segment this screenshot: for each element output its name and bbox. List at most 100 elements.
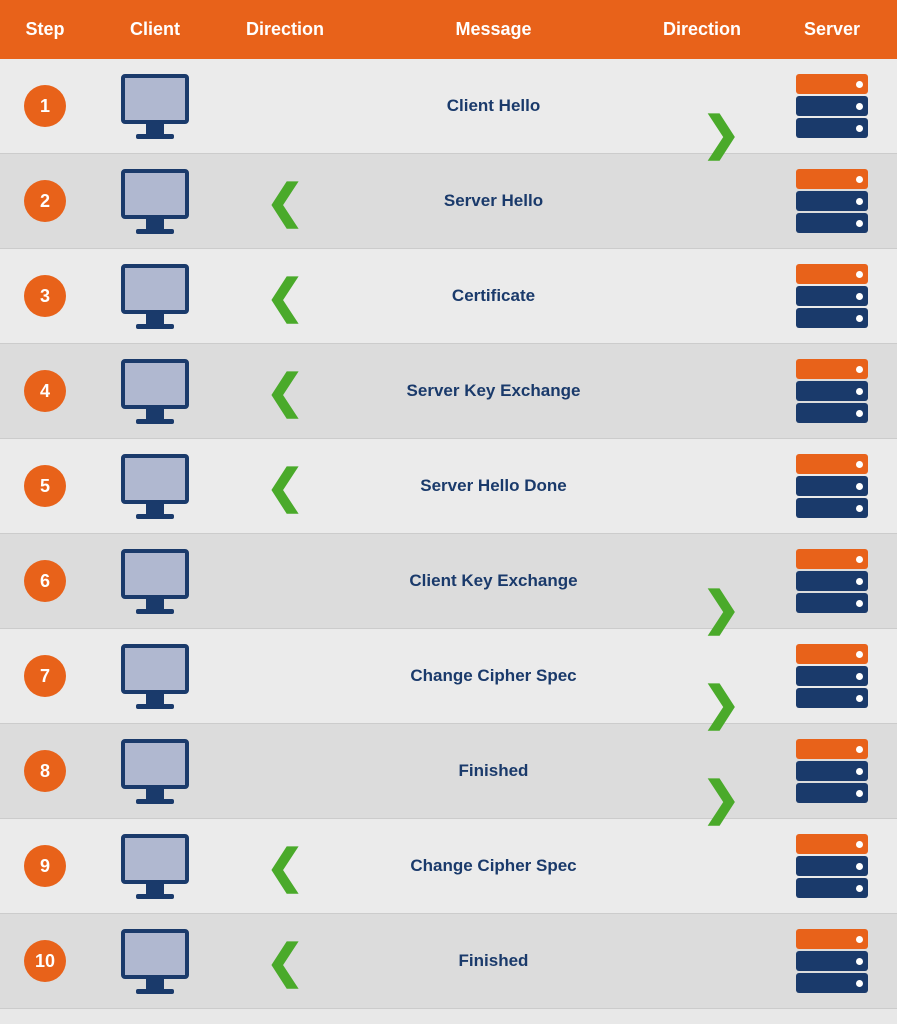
step-cell: 6 [0, 552, 90, 610]
server-icon [796, 169, 868, 233]
table-row: 7 Change Cipher Spec [0, 629, 897, 724]
client-cell [90, 256, 220, 337]
direction-left-cell [220, 926, 350, 996]
server-icon [796, 929, 868, 993]
table-header: Step Client Direction Message Direction … [0, 0, 897, 59]
server-icon [796, 549, 868, 613]
message-cell: Change Cipher Spec [350, 658, 637, 694]
message-label: Change Cipher Spec [410, 666, 576, 686]
client-cell [90, 161, 220, 242]
server-dot-top [856, 176, 863, 183]
step-badge: 6 [24, 560, 66, 602]
server-icon [796, 739, 868, 803]
server-dot-top [856, 461, 863, 468]
direction-right-cell [637, 668, 767, 684]
step-cell: 8 [0, 742, 90, 800]
direction-left-cell [220, 763, 350, 779]
step-badge: 4 [24, 370, 66, 412]
monitor-base [136, 799, 174, 804]
monitor-stand [146, 219, 164, 229]
step-badge: 9 [24, 845, 66, 887]
message-cell: Change Cipher Spec [350, 848, 637, 884]
message-cell: Finished [350, 943, 637, 979]
server-dot-mid [856, 578, 863, 585]
server-unit-top [796, 549, 868, 569]
server-cell [767, 256, 897, 336]
client-monitor-icon [121, 929, 189, 994]
server-cell [767, 351, 897, 431]
monitor-screen [121, 644, 189, 694]
monitor-screen [121, 549, 189, 599]
server-unit-top [796, 169, 868, 189]
server-unit-mid [796, 571, 868, 591]
server-unit-mid [796, 96, 868, 116]
server-unit-bot [796, 878, 868, 898]
server-dot-bot [856, 220, 863, 227]
step-badge: 5 [24, 465, 66, 507]
arrow-left-icon [266, 839, 305, 893]
server-unit-bot [796, 783, 868, 803]
client-cell [90, 826, 220, 907]
direction-left-cell [220, 356, 350, 426]
message-label: Server Key Exchange [407, 381, 581, 401]
table-row: 4 Server Key Exchange [0, 344, 897, 439]
server-dot-bot [856, 980, 863, 987]
message-label: Server Hello [444, 191, 543, 211]
server-dot-bot [856, 125, 863, 132]
arrow-left-icon [266, 174, 305, 228]
server-dot-top [856, 841, 863, 848]
server-cell [767, 66, 897, 146]
monitor-base [136, 609, 174, 614]
server-unit-top [796, 454, 868, 474]
server-dot-bot [856, 410, 863, 417]
message-label: Change Cipher Spec [410, 856, 576, 876]
direction-right-cell [637, 763, 767, 779]
server-unit-bot [796, 118, 868, 138]
client-monitor-icon [121, 264, 189, 329]
message-cell: Finished [350, 753, 637, 789]
server-unit-top [796, 834, 868, 854]
direction-left-cell [220, 451, 350, 521]
table-body: 1 Client Hello [0, 59, 897, 1009]
message-label: Server Hello Done [420, 476, 566, 496]
direction-left-cell [220, 831, 350, 901]
server-dot-bot [856, 315, 863, 322]
message-label: Client Key Exchange [409, 571, 577, 591]
server-dot-mid [856, 388, 863, 395]
header-direction-left: Direction [220, 11, 350, 48]
step-badge: 8 [24, 750, 66, 792]
server-icon [796, 644, 868, 708]
client-monitor-icon [121, 549, 189, 614]
server-dot-top [856, 556, 863, 563]
server-cell [767, 731, 897, 811]
client-cell [90, 351, 220, 432]
server-cell [767, 541, 897, 621]
direction-right-cell [637, 858, 767, 874]
message-label: Client Hello [447, 96, 541, 116]
table-row: 10 Finished [0, 914, 897, 1009]
step-cell: 3 [0, 267, 90, 325]
monitor-base [136, 419, 174, 424]
client-cell [90, 446, 220, 527]
header-direction-right: Direction [637, 11, 767, 48]
client-monitor-icon [121, 644, 189, 709]
server-icon [796, 74, 868, 138]
step-cell: 1 [0, 77, 90, 135]
table-row: 2 Server Hello [0, 154, 897, 249]
server-dot-mid [856, 768, 863, 775]
server-unit-top [796, 644, 868, 664]
direction-left-cell [220, 668, 350, 684]
header-message: Message [350, 11, 637, 48]
server-dot-mid [856, 103, 863, 110]
server-unit-bot [796, 403, 868, 423]
server-unit-mid [796, 666, 868, 686]
server-unit-bot [796, 308, 868, 328]
server-cell [767, 446, 897, 526]
header-server: Server [767, 11, 897, 48]
arrow-left-icon [266, 459, 305, 513]
direction-right-cell [637, 193, 767, 209]
message-label: Finished [459, 761, 529, 781]
table-row: 1 Client Hello [0, 59, 897, 154]
server-cell [767, 636, 897, 716]
server-unit-bot [796, 498, 868, 518]
